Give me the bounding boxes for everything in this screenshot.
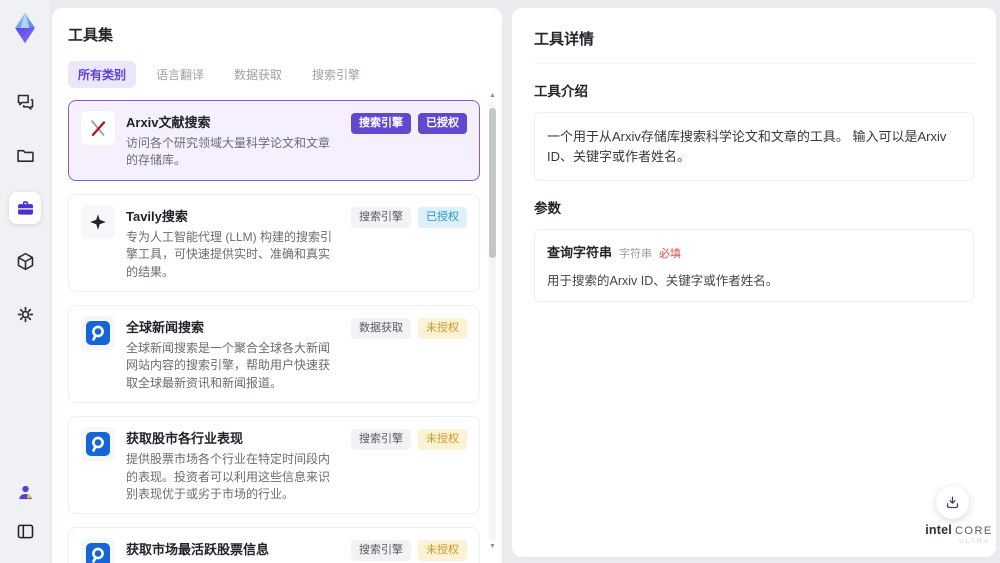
tool-card-sector-performance[interactable]: 获取股市各行业表现 提供股票市场各个行业在特定时间段内的表现。投资者可以利用这些… — [68, 416, 480, 515]
sparkle-icon — [81, 204, 115, 239]
briefcase-icon[interactable] — [9, 192, 41, 224]
tool-title: 获取股市各行业表现 — [126, 431, 244, 447]
card-tags: 搜索引擎 已授权 — [351, 205, 467, 228]
tool-desc: 专为人工智能代理 (LLM) 构建的搜索引擎工具，可快速提供实时、准确和真实的结… — [126, 229, 333, 279]
card-body: 获取市场最活跃股票信息 提供当天交易量最高的股票列表，投资者可以利用这些信息来识… — [126, 538, 340, 563]
details-title: 工具详情 — [534, 28, 974, 64]
scrollbar-track[interactable] — [489, 102, 496, 541]
status-badge: 未授权 — [418, 317, 467, 339]
download-icon — [946, 496, 959, 509]
intel-wordmark: intel — [925, 523, 952, 537]
status-badge: 已授权 — [418, 206, 467, 228]
param-desc: 用于搜索的Arxiv ID、关键字或作者姓名。 — [547, 274, 779, 288]
tool-title: 获取市场最活跃股票信息 — [126, 542, 270, 558]
tool-title: Arxiv文献搜索 — [126, 115, 211, 130]
scrollbar-thumb[interactable] — [489, 108, 496, 258]
scroll-up-icon[interactable]: ▲ — [489, 92, 496, 100]
tab-language-translation[interactable]: 语言翻译 — [146, 61, 214, 88]
tool-card-global-news[interactable]: 全球新闻搜索 全球新闻搜索是一个聚合全球各大新闻网站内容的搜索引擎，帮助用户快速… — [68, 304, 480, 404]
news-app-icon — [81, 315, 115, 350]
card-tags: 数据获取 未授权 — [351, 316, 467, 339]
intel-core-logo: intel CORE ULTRA — [924, 523, 994, 545]
tool-desc: 全球新闻搜索是一个聚合全球各大新闻网站内容的搜索引擎，帮助用户快速获取全球最新资… — [126, 340, 331, 390]
tool-desc: 提供股票市场各个行业在特定时间段内的表现。投资者可以利用这些信息来识别表现优于或… — [126, 452, 331, 501]
chat-icon[interactable] — [9, 86, 41, 118]
intro-box: 一个用于从Arxiv存储库搜索科学论文和文章的工具。 输入可以是Arxiv ID… — [534, 112, 974, 181]
list-scrollbar[interactable]: ▲ ▼ — [488, 92, 497, 551]
card-body: 全球新闻搜索 全球新闻搜索是一个聚合全球各大新闻网站内容的搜索引擎，帮助用户快速… — [126, 316, 340, 392]
rail-bottom — [9, 476, 41, 547]
intro-text: 一个用于从Arxiv存储库搜索科学论文和文章的工具。 输入可以是Arxiv ID… — [547, 129, 947, 164]
card-body: 获取股市各行业表现 提供股票市场各个行业在特定时间段内的表现。投资者可以利用这些… — [126, 427, 340, 503]
tool-title: 全球新闻搜索 — [126, 319, 205, 335]
page-title: 工具集 — [68, 27, 114, 44]
news-app-icon — [81, 427, 115, 462]
card-body: Tavily搜索 专为人工智能代理 (LLM) 构建的搜索引擎工具，可快速提供实… — [126, 205, 340, 281]
status-badge: 未授权 — [418, 429, 467, 451]
cube-icon[interactable] — [9, 245, 41, 277]
arxiv-icon — [81, 111, 115, 145]
category-tag: 搜索引擎 — [351, 429, 411, 451]
tool-title: Tavily搜索 — [126, 208, 188, 224]
core-wordmark: CORE — [954, 525, 993, 537]
rail-nav — [9, 86, 41, 330]
tab-search-engine[interactable]: 搜索引擎 — [302, 61, 370, 88]
intro-heading: 工具介绍 — [534, 84, 588, 99]
params-heading: 参数 — [534, 201, 561, 216]
card-tags: 搜索引擎 未授权 — [351, 538, 467, 562]
tool-card-tavily[interactable]: Tavily搜索 专为人工智能代理 (LLM) 构建的搜索引擎工具，可快速提供实… — [68, 193, 480, 292]
gear-icon[interactable] — [9, 298, 41, 330]
category-tag: 搜索引擎 — [351, 540, 411, 562]
tool-card-arxiv[interactable]: Arxiv文献搜索 访问各个研究领域大量科学论文和文章的存储库。 搜索引擎 已授… — [68, 100, 480, 181]
card-tags: 搜索引擎 未授权 — [351, 427, 467, 451]
category-tag: 搜索引擎 — [351, 206, 411, 228]
param-type: 字符串 — [619, 248, 653, 260]
tool-card-most-active-stocks[interactable]: 获取市场最活跃股票信息 提供当天交易量最高的股票列表，投资者可以利用这些信息来识… — [68, 527, 480, 563]
status-badge: 已授权 — [418, 113, 467, 134]
tool-card-list: Arxiv文献搜索 访问各个研究领域大量科学论文和文章的存储库。 搜索引擎 已授… — [52, 88, 502, 563]
category-tag: 数据获取 — [351, 317, 411, 339]
app-logo-icon — [7, 10, 43, 46]
param-name: 查询字符串 — [547, 245, 613, 260]
user-icon[interactable] — [9, 476, 41, 508]
tab-all-categories[interactable]: 所有类别 — [68, 61, 137, 88]
card-tags: 搜索引擎 已授权 — [351, 111, 467, 134]
download-button[interactable] — [936, 486, 969, 519]
param-head: 查询字符串 字符串 必填 — [547, 242, 961, 261]
intel-core-wordmark: intel CORE — [924, 523, 994, 537]
tool-details-panel: 工具详情 工具介绍 一个用于从Arxiv存储库搜索科学论文和文章的工具。 输入可… — [512, 8, 996, 557]
ultra-wordmark: ULTRA — [959, 538, 990, 545]
param-required-badge: 必填 — [659, 248, 682, 260]
scroll-down-icon[interactable]: ▼ — [489, 543, 496, 551]
panel-toggle-icon[interactable] — [9, 515, 41, 547]
category-tag: 搜索引擎 — [351, 113, 411, 134]
folder-icon[interactable] — [9, 139, 41, 171]
param-box: 查询字符串 字符串 必填 用于搜索的Arxiv ID、关键字或作者姓名。 — [534, 229, 974, 302]
category-tabs: 所有类别 语言翻译 数据获取 搜索引擎 — [52, 45, 502, 88]
news-app-icon — [81, 538, 115, 563]
left-rail — [0, 0, 50, 563]
tab-data-fetch[interactable]: 数据获取 — [224, 61, 292, 88]
tool-desc: 访问各个研究领域大量科学论文和文章的存储库。 — [126, 136, 331, 168]
status-badge: 未授权 — [418, 540, 467, 562]
card-body: Arxiv文献搜索 访问各个研究领域大量科学论文和文章的存储库。 — [126, 111, 340, 170]
tool-list-panel: 工具集 所有类别 语言翻译 数据获取 搜索引擎 Arxiv文献搜索 访问各个研究… — [52, 8, 502, 563]
